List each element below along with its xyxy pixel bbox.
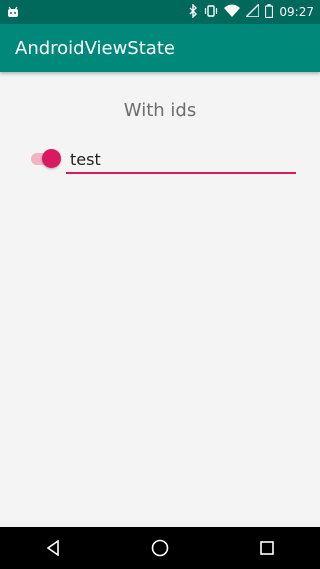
text-field[interactable] — [66, 148, 296, 174]
recents-icon — [259, 541, 274, 555]
bluetooth-icon — [188, 2, 198, 21]
back-button[interactable] — [33, 528, 73, 568]
toggle-switch[interactable] — [31, 148, 61, 168]
app-title: AndroidViewState — [15, 37, 175, 59]
battery-icon — [265, 3, 274, 21]
android-icon — [6, 4, 20, 23]
status-bar: 09:27 — [0, 0, 320, 24]
recents-button[interactable] — [247, 528, 287, 568]
app-bar: AndroidViewState — [0, 24, 320, 72]
home-button[interactable] — [140, 528, 180, 568]
switch-thumb — [42, 149, 61, 168]
back-icon — [46, 540, 60, 556]
status-time: 09:27 — [279, 5, 314, 19]
signal-icon — [244, 2, 261, 20]
wifi-icon — [224, 4, 241, 21]
vibrate-icon — [204, 4, 218, 21]
section-heading: With ids — [123, 100, 197, 121]
main-content: With ids — [0, 72, 320, 527]
home-icon — [151, 539, 169, 557]
navigation-bar — [0, 527, 320, 569]
text-input[interactable] — [70, 148, 290, 170]
